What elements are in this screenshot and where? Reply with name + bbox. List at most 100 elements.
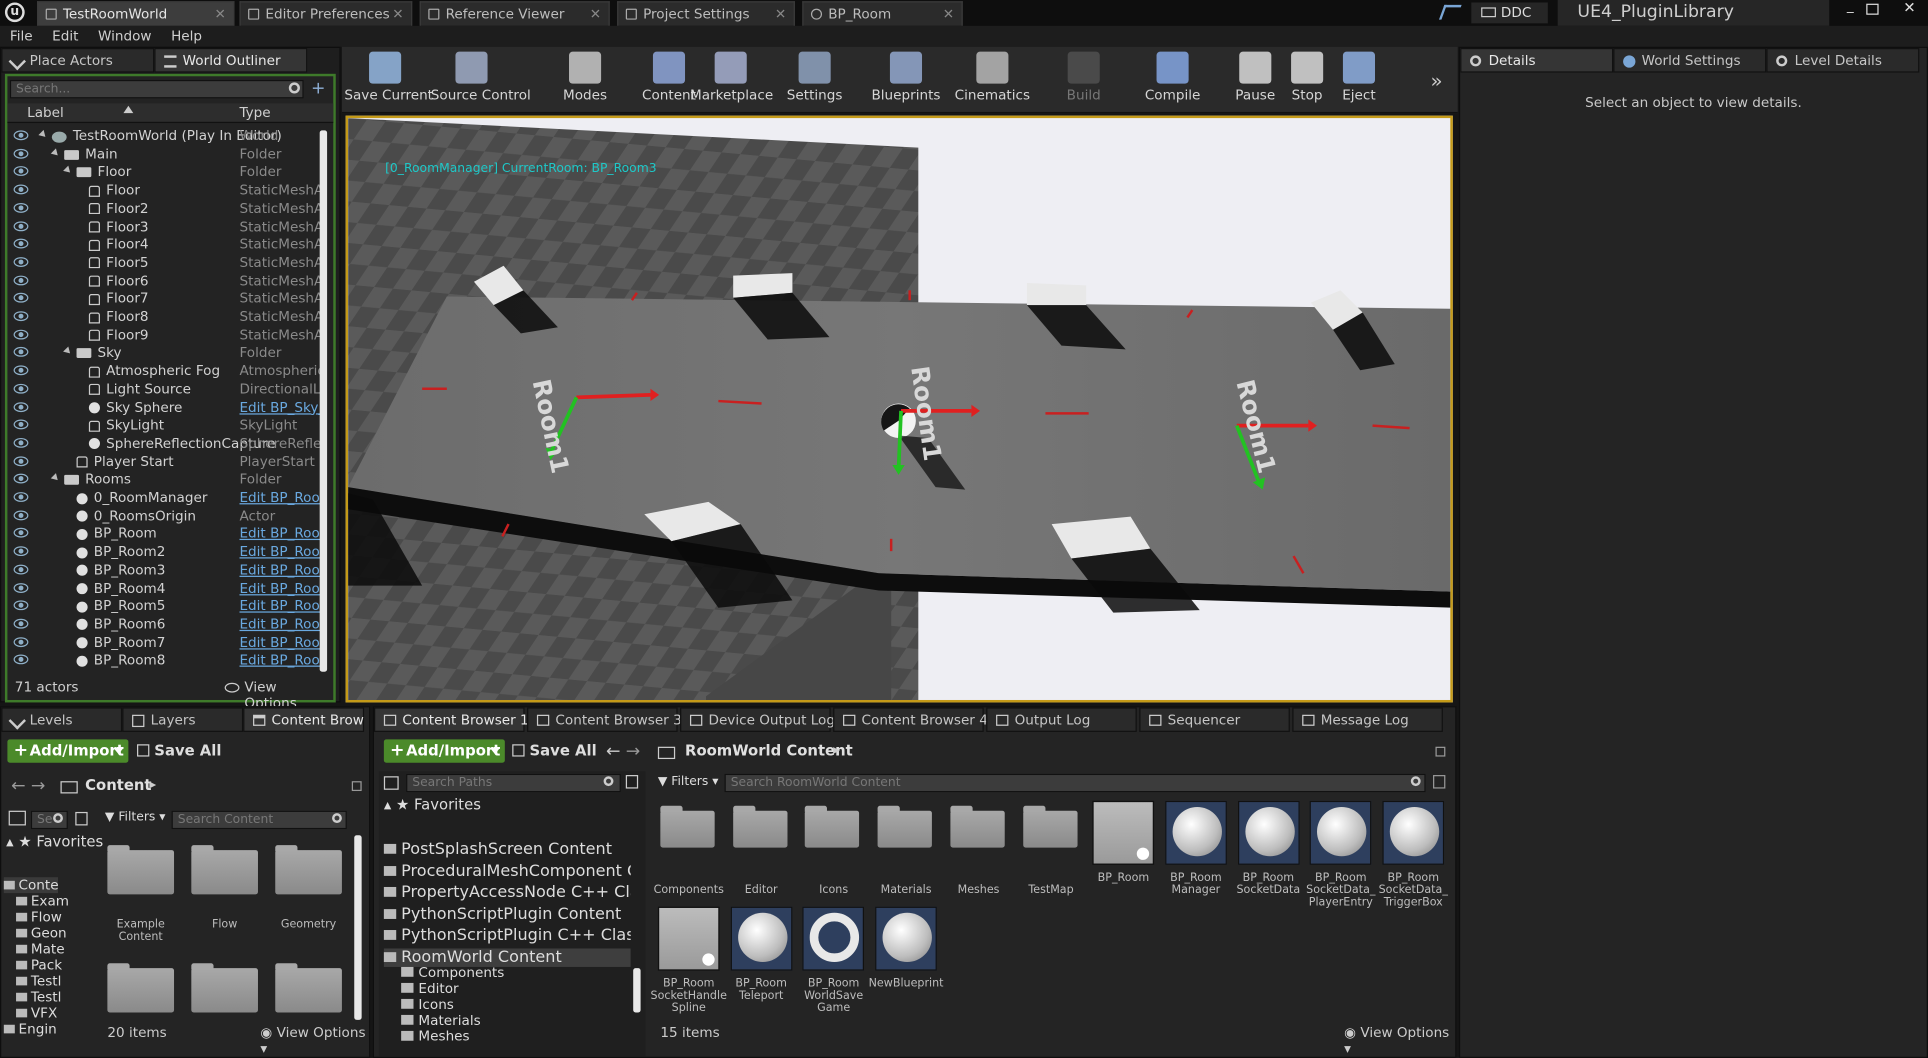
tab-level-details[interactable]: Level Details — [1766, 47, 1920, 73]
outliner-row[interactable]: TestRoomWorld (Play In Editor) World — [7, 127, 330, 145]
visibility-eye-icon[interactable] — [13, 401, 29, 412]
ddc-indicator[interactable]: DDC — [1471, 2, 1548, 24]
outliner-row[interactable]: Floor Folder — [7, 163, 330, 181]
visibility-eye-icon[interactable] — [13, 510, 29, 520]
edit-blueprint-link[interactable]: Edit BP_Room — [239, 651, 323, 669]
left-tree-item[interactable]: VFX — [16, 1005, 57, 1021]
left-tree-item[interactable]: Testl — [16, 973, 61, 989]
filters-button[interactable]: ▼ Filters ▾ — [658, 775, 719, 789]
folder-thumbnail[interactable] — [660, 805, 715, 848]
outliner-row[interactable]: BP_Room5 Edit BP_Room — [7, 597, 330, 615]
source-tree-item[interactable]: Icons — [401, 996, 623, 1012]
visibility-eye-icon[interactable] — [13, 220, 29, 231]
search-paths-list-icon[interactable] — [625, 775, 639, 789]
asset-thumbnail[interactable] — [1382, 800, 1445, 865]
outliner-row[interactable]: Sky Sphere Edit BP_Sky_Sphere — [7, 398, 330, 416]
tab-device-output-log[interactable]: Device Output Log — [680, 707, 835, 732]
expand-arrow-icon[interactable] — [63, 166, 73, 176]
notification-icon[interactable] — [1438, 4, 1462, 20]
tab-content-browser-4[interactable]: Content Browser 4 — [833, 707, 988, 732]
outliner-row[interactable]: Floor8 StaticMeshActor — [7, 308, 330, 326]
folder-thumbnail[interactable] — [732, 805, 788, 848]
sources-toggle-icon-main[interactable] — [383, 776, 399, 790]
close-tab-icon[interactable]: ✕ — [392, 2, 403, 25]
outliner-row[interactable]: Floor2 StaticMeshActor — [7, 199, 330, 217]
tab-layers[interactable]: Layers — [122, 707, 244, 732]
source-tree-item[interactable]: Editor — [401, 980, 623, 996]
tab-place-actors[interactable]: Place Actors — [1, 47, 155, 73]
asset-thumbnail[interactable] — [1237, 800, 1300, 865]
close-tab-icon[interactable]: ✕ — [590, 2, 601, 25]
visibility-eye-icon[interactable] — [13, 455, 29, 466]
edit-blueprint-link[interactable]: Edit BP_Sky_Sphere — [239, 398, 323, 416]
visibility-eye-icon[interactable] — [13, 636, 29, 647]
asset-thumbnail[interactable] — [1309, 800, 1372, 865]
add-import-button-left[interactable]: + Add/Import — [7, 739, 129, 763]
menu-help[interactable]: Help — [171, 26, 202, 47]
visibility-eye-icon[interactable] — [13, 238, 29, 249]
outliner-row[interactable]: Floor5 StaticMeshActor — [7, 253, 330, 271]
back-arrow-icon[interactable]: ← — [11, 776, 25, 796]
visibility-eye-icon[interactable] — [13, 419, 29, 430]
toolbar-source-control-button[interactable]: Source Control — [431, 47, 531, 113]
visibility-eye-icon[interactable] — [13, 130, 29, 141]
outliner-row[interactable]: BP_Room2 Edit BP_Room — [7, 543, 330, 561]
source-tree-item[interactable]: Materials — [401, 1012, 623, 1028]
forward-arrow-icon[interactable]: → — [31, 776, 45, 796]
close-tab-icon[interactable]: ✕ — [943, 2, 954, 25]
outliner-row[interactable]: Atmospheric Fog AtmosphericFog — [7, 362, 330, 380]
tab-world-settings[interactable]: World Settings — [1613, 47, 1767, 73]
left-view-options[interactable]: ◉ View Options ▾ — [260, 1025, 369, 1057]
tab-sequencer[interactable]: Sequencer — [1139, 707, 1290, 732]
visibility-eye-icon[interactable] — [13, 166, 29, 177]
close-tab-icon[interactable]: ✕ — [775, 2, 786, 25]
source-tree-item[interactable]: PostSplashScreen Content — [383, 840, 631, 859]
visibility-eye-icon[interactable] — [13, 437, 29, 448]
outliner-row[interactable]: Light Source DirectionalLight — [7, 380, 330, 398]
outliner-row[interactable]: BP_Room7 Edit BP_Room — [7, 633, 330, 651]
outliner-row[interactable]: Rooms Folder — [7, 470, 330, 488]
left-tree-item[interactable]: Engin — [3, 1021, 57, 1037]
toolbar-pause-button[interactable]: Pause — [1228, 47, 1282, 113]
asset-thumbnail[interactable] — [730, 906, 793, 971]
folder-thumbnail[interactable] — [1022, 805, 1077, 848]
source-tree-item[interactable]: Components — [401, 964, 623, 980]
lock-icon-main[interactable] — [1435, 746, 1446, 757]
sources-scrollbar[interactable] — [633, 968, 641, 1013]
outliner-row[interactable]: SkyLight SkyLight — [7, 416, 330, 434]
main-view-options[interactable]: ◉ View Options ▾ — [1344, 1025, 1455, 1057]
doc-tab-0[interactable]: TestRoomWorld ✕ — [37, 1, 235, 26]
menu-file[interactable]: File — [10, 26, 33, 47]
edit-blueprint-link[interactable]: Edit BP_Room — [239, 597, 323, 615]
column-label[interactable]: Label — [27, 105, 64, 121]
search-paths-input[interactable]: Search Paths — [406, 773, 621, 793]
tab-content-browser-1[interactable]: Content Browser 1 — [373, 707, 529, 732]
tab-content-browser-3[interactable]: Content Browser 3 — [527, 707, 682, 732]
breadcrumb-roomworld[interactable]: RoomWorld Content — [685, 742, 853, 759]
lock-icon[interactable] — [351, 781, 362, 792]
left-tree-item[interactable]: Exam — [16, 893, 69, 909]
minimize-button[interactable]: _ — [1837, 0, 1864, 17]
visibility-eye-icon[interactable] — [13, 365, 29, 376]
close-tab-icon[interactable]: ✕ — [214, 2, 225, 25]
tab-output-log[interactable]: Output Log — [986, 707, 1137, 732]
forward-arrow-icon-main[interactable]: → — [626, 742, 640, 762]
left-filters-button[interactable]: ▼ Filters ▾ — [105, 811, 166, 825]
asset-thumbnail[interactable] — [802, 906, 865, 971]
outliner-row[interactable]: Player Start PlayerStart — [7, 452, 330, 470]
source-tree-item[interactable]: Meshes — [401, 1028, 623, 1044]
toolbar-compile-button[interactable]: Compile — [1132, 47, 1213, 113]
left-tree-item[interactable]: Geon — [16, 925, 67, 941]
outliner-row[interactable]: BP_Room3 Edit BP_Room — [7, 561, 330, 579]
folder-thumbnail[interactable] — [877, 805, 933, 848]
visibility-eye-icon[interactable] — [13, 546, 29, 557]
toolbar-save-button[interactable]: Save Current — [344, 47, 433, 113]
visibility-eye-icon[interactable] — [13, 582, 29, 593]
folder-thumbnail[interactable] — [805, 805, 860, 848]
expand-arrow-icon[interactable] — [50, 473, 61, 484]
tab-message-log[interactable]: Message Log — [1292, 707, 1443, 732]
ue-logo-icon[interactable]: u — [4, 2, 25, 23]
toolbar-settings-button[interactable]: Settings — [774, 47, 855, 113]
asset-thumbnail[interactable] — [1165, 800, 1227, 865]
left-tree-item[interactable]: Flow — [16, 909, 62, 925]
